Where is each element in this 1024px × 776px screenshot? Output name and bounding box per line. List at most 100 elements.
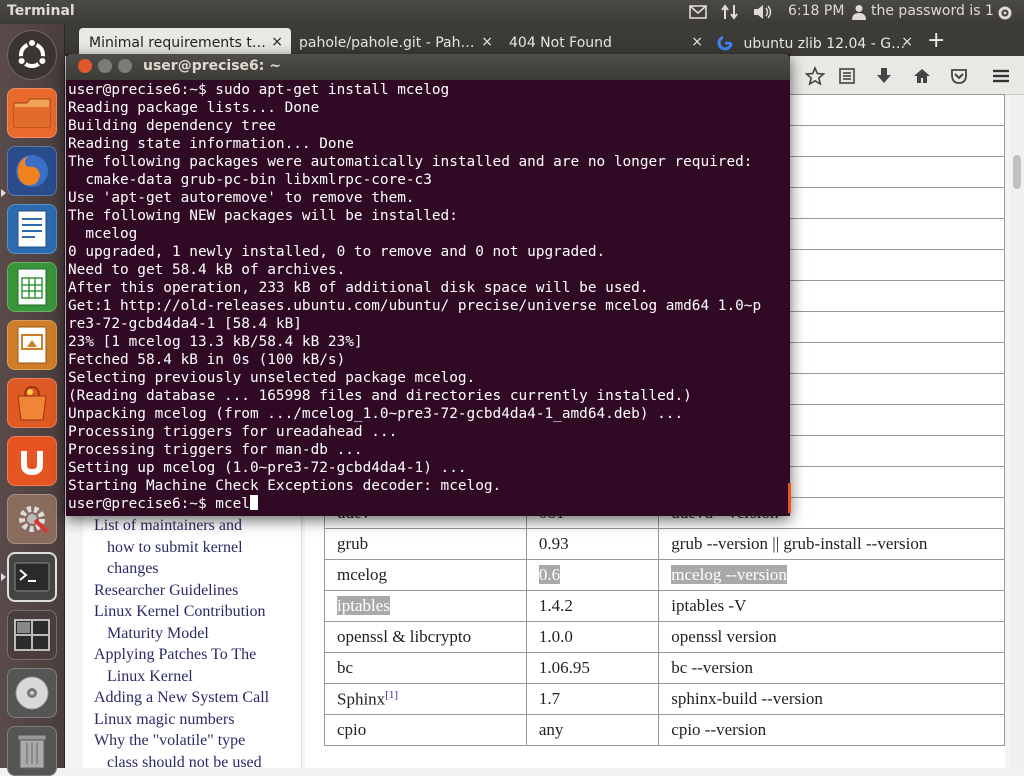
terminal-window[interactable]: user@precise6: ~ user@precise6:~$ sudo a… [66,54,790,516]
sidebar-link[interactable]: Linux magic numbers [94,709,299,731]
power-gear-icon[interactable] [996,4,1014,22]
table-row: grub 0.93 grub --version || grub-install -… [324,528,1005,560]
running-indicator [1,573,6,581]
command-cell: sphinx-build --version [658,683,1005,715]
impress-icon[interactable] [7,320,57,370]
table-row: cpio any cpio --version [324,714,1005,746]
terminal-line: Get:1 http://old-releases.ubuntu.com/ubu… [68,298,762,314]
top-panel: Terminal 6:18 PM the password is 1 [0,0,1024,24]
files-icon[interactable] [7,88,57,138]
launcher [0,24,65,776]
sidebar-link[interactable]: Linux Kernel [94,666,299,688]
close-tab-icon[interactable]: × [481,34,493,50]
version-cell-text: 1.0.0 [538,627,573,646]
text-cursor [249,495,258,510]
maximize-window-icon[interactable] [118,59,132,73]
minimize-window-icon[interactable] [98,59,112,73]
page-scrollbar[interactable] [1010,95,1024,768]
terminal-prompt-line[interactable]: user@precise6:~$ mcel [68,495,788,513]
command-cell: grub --version || grub-install --version [658,528,1005,560]
tab-ubuntu-zlib[interactable]: ubuntu zlib 12.04 - G… × [709,28,921,56]
terminal-line: (Reading database ... 165998 files and d… [68,388,692,404]
program-cell: mcelog [324,559,527,591]
menu-icon[interactable] [991,66,1011,86]
scrollbar-thumb[interactable] [1013,155,1021,189]
table-row: openssl & libcrypto 1.0.0 openssl version [324,621,1005,653]
reader-list-icon[interactable] [837,66,857,86]
tab-label: pahole/pahole.git - Pah… [299,35,475,51]
version-cell: 1.0.0 [525,621,660,653]
command-cell: cpio --version [658,714,1005,746]
network-icon[interactable] [720,4,740,20]
user-icon[interactable] [852,4,866,20]
sidebar-link[interactable]: class should not be used [94,752,299,774]
new-tab-button[interactable]: + [927,28,945,53]
close-tab-icon[interactable]: × [271,34,283,50]
program-cell: iptables [324,590,527,622]
download-icon[interactable] [874,66,894,86]
home-icon[interactable] [912,66,932,86]
prompt-text: user@precise6:~$ mcel [68,496,250,512]
sidebar-link[interactable]: Researcher Guidelines [94,580,299,602]
command-cell: mcelog --version [658,559,1005,591]
program-cell-text: cpio [337,720,367,739]
software-center-icon[interactable] [7,378,57,428]
close-tab-icon[interactable]: × [901,34,913,50]
program-cell-text: openssl & libcrypto [337,627,472,646]
clock[interactable]: 6:18 PM [788,3,844,19]
dvd-icon[interactable] [7,668,57,718]
terminal-line: After this operation, 233 kB of addition… [68,280,649,296]
tab-404[interactable]: 404 Not Found × [499,28,711,56]
trash-icon[interactable] [7,726,57,776]
user-name[interactable]: the password is 1 [871,3,994,19]
close-tab-icon[interactable]: × [691,34,703,50]
workspace-switcher-icon[interactable] [7,610,57,660]
terminal-line: Starting Machine Check Exceptions decode… [68,478,502,494]
sidebar-link[interactable]: how to submit kernel [94,537,299,559]
tab-minimal-requirements[interactable]: Minimal requirements t… × [79,28,291,56]
ubuntu-dash-icon[interactable] [7,30,57,80]
firefox-icon[interactable] [7,146,57,196]
version-cell: 0.93 [525,528,660,560]
star-icon[interactable] [804,65,826,86]
sidebar-link[interactable]: Maturity Model [94,623,299,645]
pocket-icon[interactable] [949,66,969,86]
program-cell-text: grub [337,534,369,553]
terminal-line: Fetched 58.4 kB in 0s (100 kB/s) [68,352,346,368]
calc-icon[interactable] [7,262,57,312]
writer-icon[interactable] [7,204,57,254]
settings-icon[interactable] [7,494,57,544]
sidebar-link[interactable]: Linux Kernel Contribution [94,601,299,623]
close-window-icon[interactable] [78,59,92,73]
ubuntu-one-icon[interactable] [7,436,57,486]
terminal-line: Processing triggers for man-db ... [68,442,363,458]
sidebar-link[interactable]: List of maintainers and [94,515,299,537]
terminal-line: Reading package lists... Done [68,100,320,116]
version-cell-text: 0.6 [538,565,561,584]
sidebar-link[interactable]: changes [94,558,299,580]
sidebar-link[interactable]: Adding a New System Call [94,687,299,709]
tab-pahole[interactable]: pahole/pahole.git - Pah… × [289,28,501,56]
command-cell: iptables -V [658,590,1005,622]
terminal-output[interactable]: user@precise6:~$ sudo apt-get install mc… [68,81,788,514]
terminal-line: Setting up mcelog (1.0~pre3-72-gcbd4da4-… [68,460,467,476]
command-cell-text: cpio --version [671,720,767,739]
terminal-icon[interactable] [7,552,57,602]
version-cell: 1.4.2 [525,590,660,622]
terminal-line: mcelog [68,226,138,242]
terminal-line: Unpacking mcelog (from .../mcelog_1.0~pr… [68,406,684,422]
version-cell-text: 1.06.95 [538,658,590,677]
terminal-titlebar[interactable]: user@precise6: ~ [66,54,790,80]
version-cell: 1.06.95 [525,652,660,684]
terminal-line: user@precise6:~$ sudo apt-get install mc… [68,82,450,98]
version-cell: any [525,714,660,746]
sidebar-link[interactable]: Why the "volatile" type [94,730,299,752]
terminal-line: 23% [1 mcelog 13.3 kB/58.4 kB 23%] [68,334,363,350]
volume-icon[interactable] [752,4,774,20]
footnote-link[interactable]: [1] [385,689,398,701]
version-cell-text: any [538,720,564,739]
mail-icon[interactable] [689,5,707,19]
table-row: bc 1.06.95 bc --version [324,652,1005,684]
sidebar-link[interactable]: Applying Patches To The [94,644,299,666]
command-cell-text: iptables -V [671,596,747,615]
